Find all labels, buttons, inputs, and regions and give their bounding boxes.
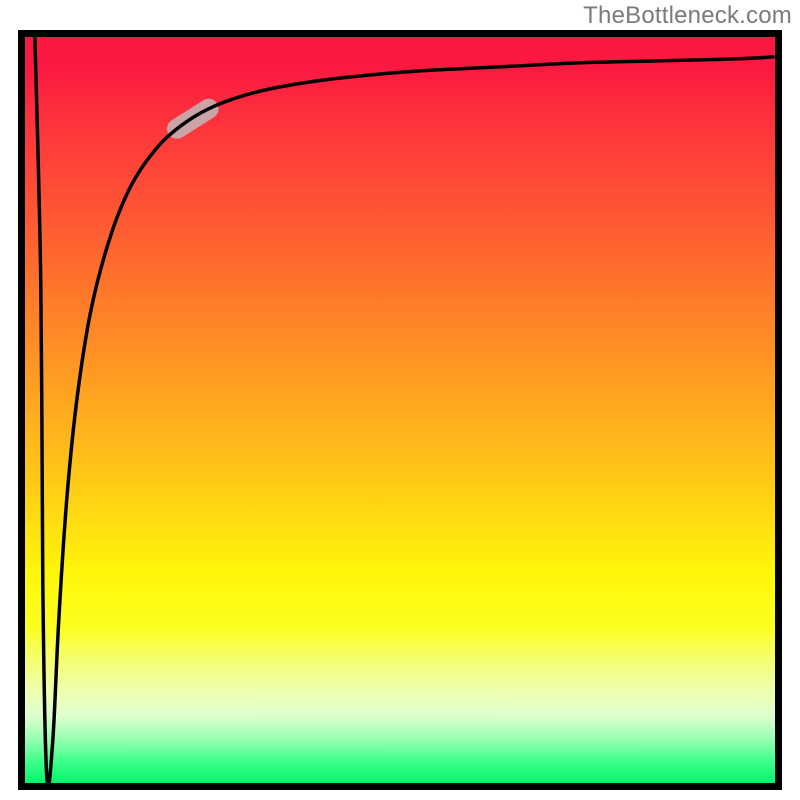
- plot-frame: [18, 30, 782, 790]
- bottleneck-curve: [35, 37, 773, 786]
- line-plot: [25, 37, 775, 783]
- chart-container: TheBottleneck.com: [0, 0, 800, 800]
- watermark-text: TheBottleneck.com: [583, 2, 792, 30]
